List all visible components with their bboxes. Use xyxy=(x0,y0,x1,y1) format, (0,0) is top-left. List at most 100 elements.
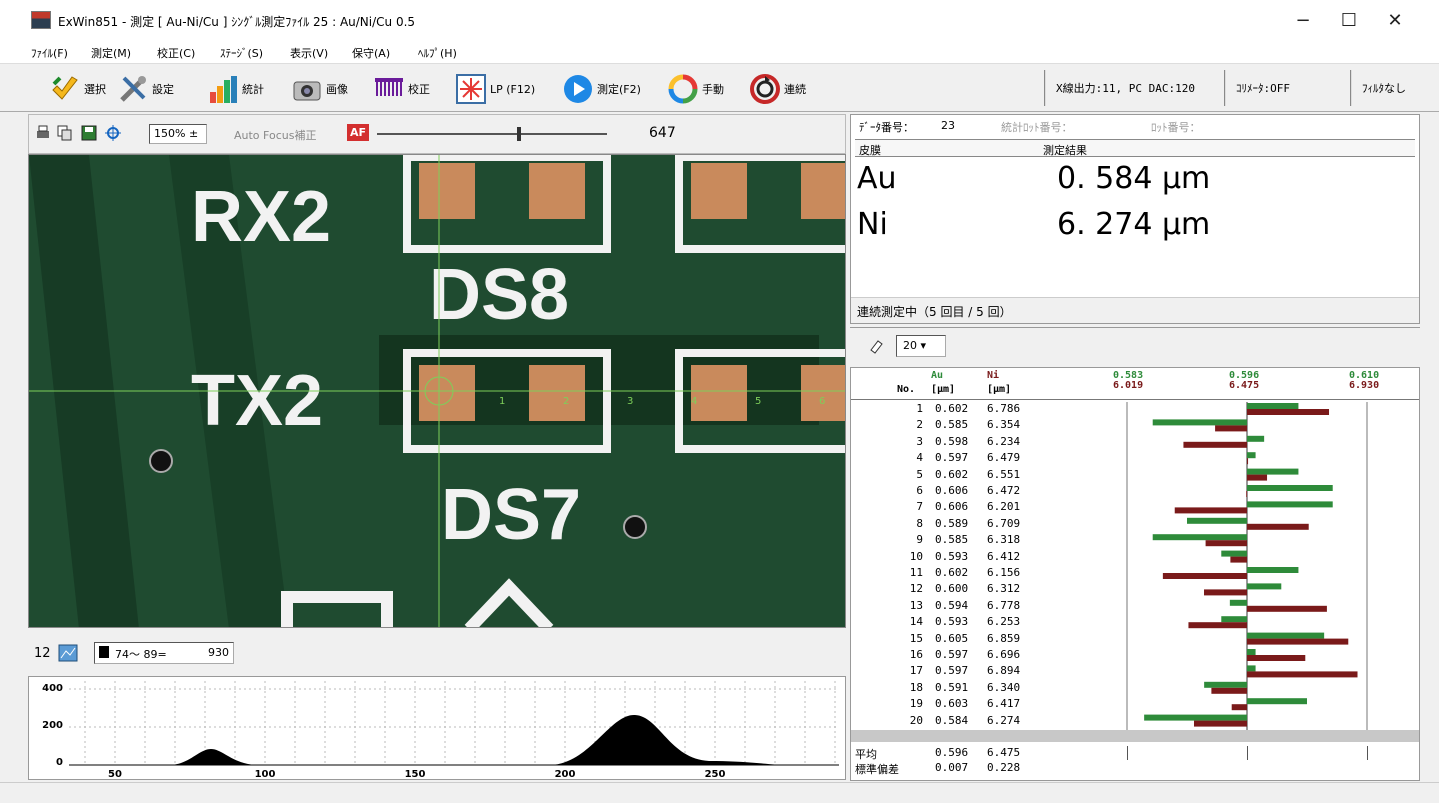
range-field[interactable]: 74〜 89= 930 xyxy=(94,642,234,664)
menu-help[interactable]: ﾍﾙﾌﾟ(H) xyxy=(418,45,457,61)
menu-view[interactable]: 表示(V) xyxy=(290,45,328,61)
mean-au: 0.596 xyxy=(935,746,969,759)
data-number-label: ﾃﾞｰﾀ番号： xyxy=(859,121,914,134)
autofocus-label[interactable]: Auto Focus補正 xyxy=(234,127,316,143)
laser-pointer-icon xyxy=(456,74,486,104)
cell-ni: 6.156 xyxy=(987,566,1021,579)
autofocus-button[interactable]: AF xyxy=(347,124,370,141)
cell-au: 0.589 xyxy=(935,516,969,530)
continuous-button[interactable]: 連続 xyxy=(750,72,806,106)
filter-status: ﾌｨﾙﾀなし xyxy=(1350,70,1436,106)
camera-view[interactable]: RX2 DS8 TX2 DS7 1 2 3 4 5 6 xyxy=(28,154,846,628)
focus-slider-track[interactable] xyxy=(377,133,607,135)
menu-stage[interactable]: ｽﾃｰｼﾞ(S) xyxy=(220,45,263,61)
settings-button[interactable]: 設定 xyxy=(118,72,174,106)
menu-maintenance[interactable]: 保守(A) xyxy=(352,45,390,61)
histogram-toolbar: 12 74〜 89= 930 xyxy=(28,636,846,674)
cell-au: 0.584 xyxy=(935,713,969,727)
laser-pointer-label: LP (F12) xyxy=(490,82,536,96)
select-button[interactable]: 選択 xyxy=(50,72,106,106)
focus-slider-thumb[interactable] xyxy=(517,127,521,141)
cell-ni: 6.234 xyxy=(987,434,1021,448)
ruler-icon xyxy=(375,78,403,96)
statistics-button[interactable]: 統計 xyxy=(208,72,264,106)
tick-6: 6 xyxy=(819,396,825,407)
status-strip: 連続測定中（5 回目 / 5 回） xyxy=(851,297,1419,323)
cell-no: 17 xyxy=(909,664,923,678)
manual-button[interactable]: 手動 xyxy=(668,72,724,106)
header-ni-unit: [μm] xyxy=(987,384,1012,395)
cell-no: 20 xyxy=(909,713,923,727)
close-button[interactable]: ✕ xyxy=(1372,0,1418,40)
au-bar xyxy=(1247,452,1256,459)
results-table: No. Au [μm] Ni [μm] 0.583 6.019 0.596 6.… xyxy=(850,367,1420,781)
row-count-select[interactable]: 20 ▾ xyxy=(896,335,946,357)
cell-ni: 6.786 xyxy=(987,402,1021,415)
cell-au: 0.602 xyxy=(935,402,969,415)
check-arrow-icon xyxy=(52,76,78,100)
title-bar: ExWin851 - 測定 [ Au-Ni/Cu ] ｼﾝｸﾞﾙ測定ﾌｧｲﾙ 2… xyxy=(0,0,1439,40)
cell-ni: 6.354 xyxy=(987,418,1021,432)
cell-au: 0.600 xyxy=(935,582,969,596)
au-bar xyxy=(1187,517,1247,524)
save-image-icon[interactable] xyxy=(81,125,97,141)
mean-ni: 6.475 xyxy=(987,746,1021,759)
cell-no: 12 xyxy=(909,582,923,596)
sd-ni: 0.228 xyxy=(987,761,1021,774)
au-bar xyxy=(1229,599,1247,606)
cell-ni: 6.201 xyxy=(987,500,1021,514)
image-histogram-icon[interactable] xyxy=(58,644,78,662)
calibrate-button[interactable]: 校正 xyxy=(374,72,430,106)
print-icon[interactable] xyxy=(35,125,51,141)
tick-1: 1 xyxy=(499,396,505,407)
eraser-icon[interactable] xyxy=(868,338,884,354)
cell-no: 3 xyxy=(916,434,923,448)
laser-pointer-button[interactable]: LP (F12) xyxy=(456,72,535,106)
summary-tick xyxy=(1367,746,1368,760)
au-bar xyxy=(1221,616,1247,623)
maximize-button[interactable]: ☐ xyxy=(1326,0,1372,40)
bar-chart-icon xyxy=(210,76,237,103)
settings-label: 設定 xyxy=(152,83,174,96)
collimator-status: ｺﾘﾒｰﾀ:OFF xyxy=(1224,70,1342,106)
au-bar xyxy=(1247,435,1265,442)
result-au-name: Au xyxy=(857,161,897,196)
label-ds7: DS7 xyxy=(441,475,581,555)
measure-button[interactable]: 測定(F2) xyxy=(563,72,641,106)
image-button[interactable]: 画像 xyxy=(292,72,348,106)
minimize-button[interactable]: − xyxy=(1280,0,1326,40)
statistics-label: 統計 xyxy=(242,83,264,96)
cell-no: 19 xyxy=(909,697,923,711)
row-count-value: 20 xyxy=(903,339,917,352)
cell-ni: 6.417 xyxy=(987,697,1021,711)
crosshair-icon[interactable] xyxy=(105,125,121,141)
au-bar xyxy=(1204,681,1247,688)
cell-ni: 6.312 xyxy=(987,582,1021,596)
au-bar xyxy=(1247,583,1282,590)
menu-file[interactable]: ﾌｧｲﾙ(F) xyxy=(31,45,68,61)
copy-icon[interactable] xyxy=(57,125,73,141)
au-bar xyxy=(1247,501,1333,508)
histogram-panel: 400 200 0 50 100 150 200 250 xyxy=(28,676,846,780)
menu-measure[interactable]: 測定(M) xyxy=(91,45,131,61)
ni-bar xyxy=(1188,622,1247,629)
zoom-select[interactable]: 150% ± xyxy=(149,124,207,144)
menu-calibrate[interactable]: 校正(C) xyxy=(157,45,195,61)
label-ds8: DS8 xyxy=(429,255,569,335)
cell-au: 0.594 xyxy=(935,598,969,612)
x-tick-250: 250 xyxy=(705,769,726,780)
range-text: 74〜 89= xyxy=(115,648,167,661)
cell-ni: 6.859 xyxy=(987,631,1021,645)
image-toolbar: 150% ± Auto Focus補正 AF 647 xyxy=(28,114,846,154)
cell-ni: 6.696 xyxy=(987,648,1021,661)
continuous-label: 連続 xyxy=(784,83,806,96)
repeat-icon xyxy=(750,74,780,104)
focus-value: 647 xyxy=(649,125,676,141)
cell-no: 13 xyxy=(909,598,923,612)
histogram-curve xyxy=(169,749,259,765)
result-header: 皮膜 測定結果 xyxy=(855,139,1415,157)
histogram-grid xyxy=(69,681,839,765)
header-ni: Ni xyxy=(987,370,1000,381)
header-no: No. xyxy=(897,384,916,395)
cell-au: 0.606 xyxy=(935,500,969,514)
